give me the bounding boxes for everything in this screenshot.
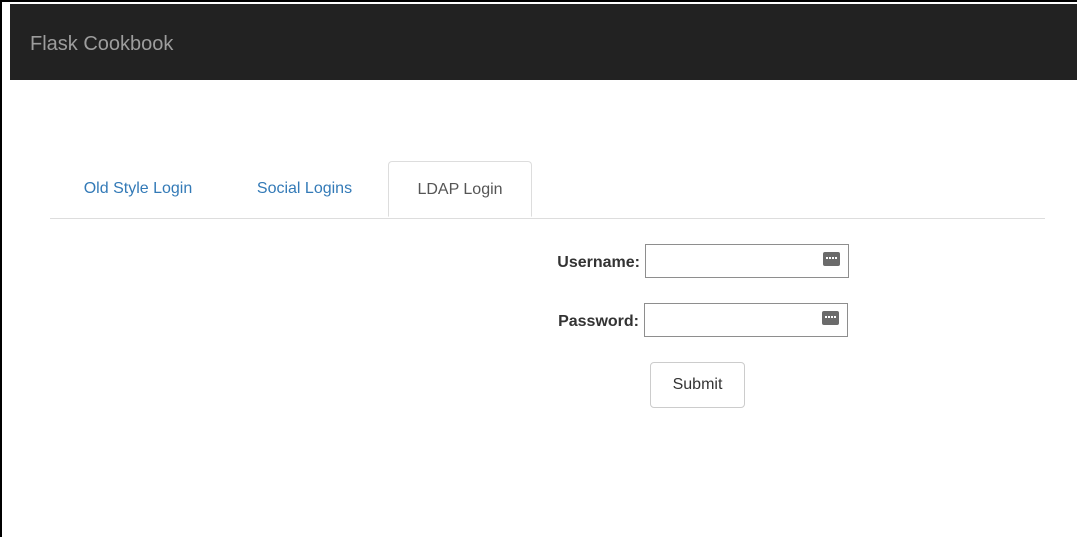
- login-tabs: Old Style Login Social Logins LDAP Login: [50, 161, 1045, 219]
- tab-social-logins[interactable]: Social Logins: [243, 161, 366, 217]
- navbar-brand[interactable]: Flask Cookbook: [30, 32, 173, 56]
- submit-button[interactable]: Submit: [650, 362, 745, 408]
- username-label: Username:: [557, 254, 640, 271]
- password-manager-icon[interactable]: [823, 252, 840, 266]
- tab-ldap-login[interactable]: LDAP Login: [388, 161, 532, 217]
- navbar: Flask Cookbook: [10, 4, 1077, 80]
- username-field[interactable]: [645, 244, 849, 278]
- page-frame: Flask Cookbook Old Style Login Social Lo…: [0, 0, 1077, 537]
- tab-old-style-login[interactable]: Old Style Login: [70, 161, 206, 217]
- password-label: Password:: [558, 313, 639, 330]
- password-manager-icon[interactable]: [822, 311, 839, 325]
- password-field[interactable]: [644, 303, 848, 337]
